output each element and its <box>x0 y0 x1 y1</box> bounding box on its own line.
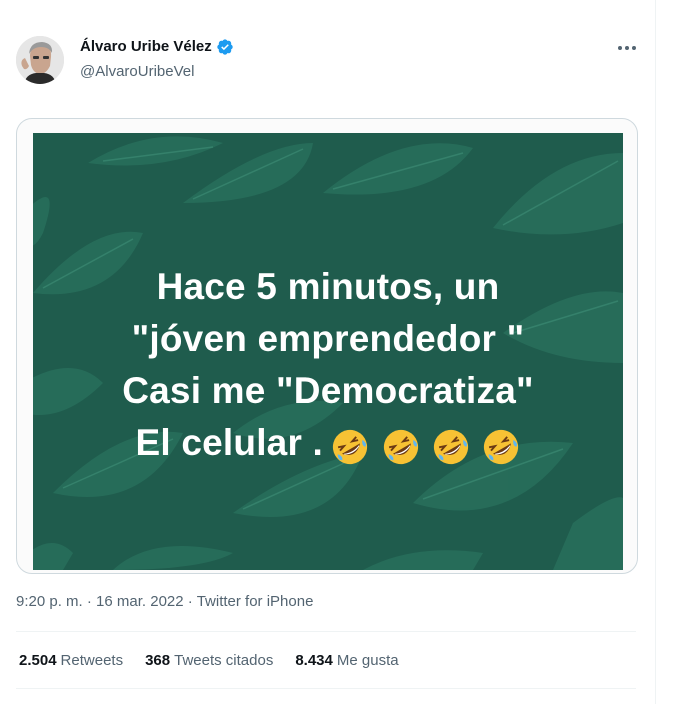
divider <box>16 631 636 632</box>
rolling-laughing-emoji-icon <box>484 430 519 465</box>
verified-badge-icon <box>217 39 233 55</box>
engagement-stats: 2.504 Retweets 368 Tweets citados 8.434 Me … <box>19 651 399 671</box>
stat-label: Retweets <box>60 652 124 669</box>
more-dot-icon <box>625 46 629 50</box>
stat-count: 2.504 <box>19 652 57 669</box>
stat-label: Me gusta <box>336 652 399 669</box>
author-avatar[interactable] <box>16 36 64 84</box>
rolling-laughing-emoji-icon <box>383 430 418 465</box>
author-name-row[interactable]: Álvaro Uribe Vélez <box>80 37 234 57</box>
meme-line: Hace 5 minutos, un <box>156 266 500 307</box>
meme-line-with-emoji: El celular . <box>33 417 623 471</box>
quote-tweets-stat[interactable]: 368 Tweets citados <box>145 651 273 671</box>
tweet-media[interactable]: Hace 5 minutos, un "jóven emprendedor " … <box>16 118 638 574</box>
separator-dot: · <box>86 593 92 610</box>
likes-stat[interactable]: 8.434 Me gusta <box>295 651 398 671</box>
rolling-laughing-emoji-icon <box>332 430 368 465</box>
meme-line: Casi me "Democratiza" <box>122 370 534 411</box>
divider <box>16 688 636 689</box>
separator-dot: · <box>187 593 193 610</box>
more-options-button[interactable] <box>610 34 644 62</box>
column-border <box>655 0 656 704</box>
stat-count: 368 <box>145 652 171 669</box>
tweet-time: 9:20 p. m. <box>16 593 83 610</box>
emoji-row <box>329 419 520 471</box>
tweet-time-link[interactable]: 9:20 p. m. · 16 mar. 2022 <box>16 593 184 610</box>
tweet-source-link[interactable]: Twitter for iPhone <box>197 593 314 610</box>
meme-line: "jóven emprendedor " <box>131 318 525 359</box>
more-dot-icon <box>632 46 636 50</box>
tweet-timestamp: 9:20 p. m. · 16 mar. 2022 · Twitter for … <box>16 592 313 612</box>
author-display-name[interactable]: Álvaro Uribe Vélez <box>80 37 212 57</box>
rolling-laughing-emoji-icon <box>433 430 469 465</box>
more-dot-icon <box>618 46 622 50</box>
meme-caption: Hace 5 minutos, un "jóven emprendedor " … <box>33 261 623 471</box>
stat-label: Tweets citados <box>174 652 274 669</box>
meme-image: Hace 5 minutos, un "jóven emprendedor " … <box>33 133 623 570</box>
retweets-stat[interactable]: 2.504 Retweets <box>19 651 123 671</box>
avatar-image <box>16 36 64 84</box>
tweet-date: 16 mar. 2022 <box>96 593 184 610</box>
author-handle[interactable]: @AlvaroUribeVel <box>80 62 194 82</box>
meme-line-text: El celular . <box>135 422 324 463</box>
stat-count: 8.434 <box>295 652 333 669</box>
